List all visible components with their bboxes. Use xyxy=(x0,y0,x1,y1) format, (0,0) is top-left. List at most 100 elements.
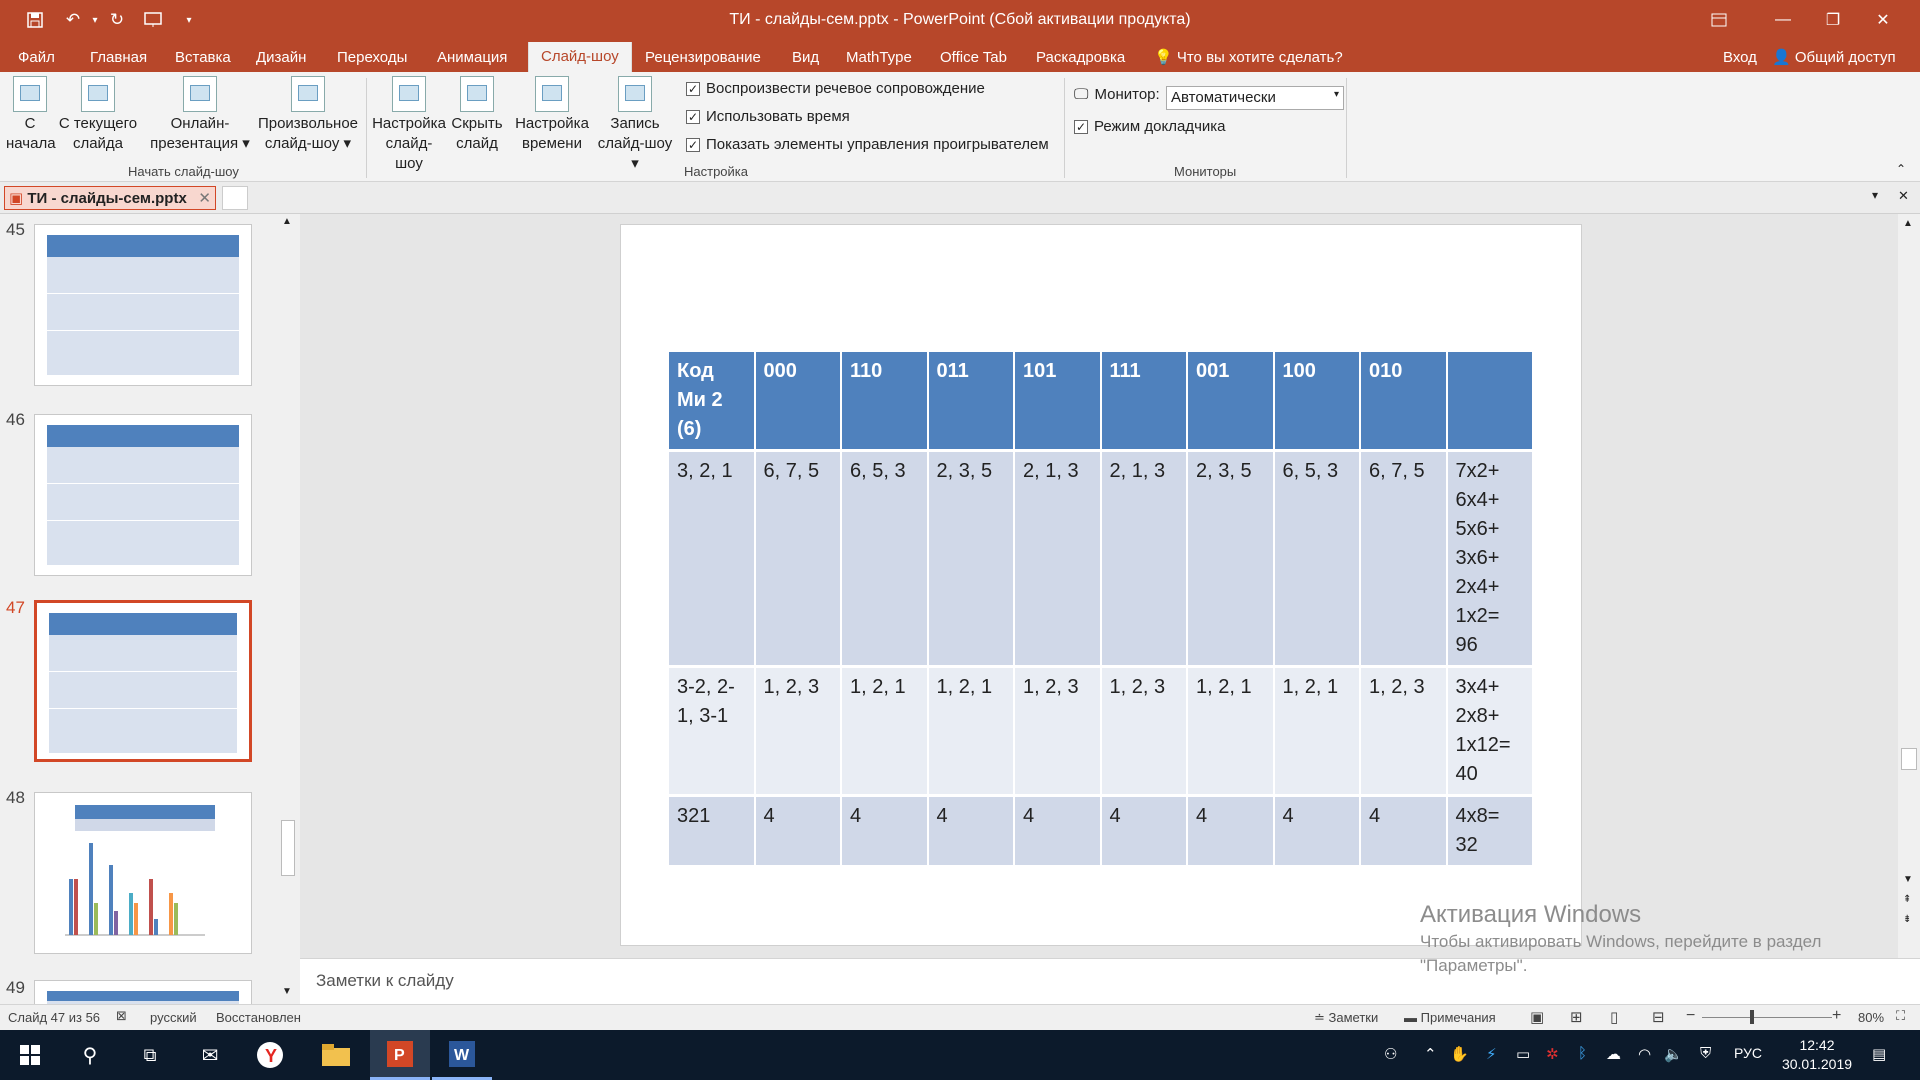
tab-view[interactable]: Вид xyxy=(792,46,819,72)
reading-view-icon[interactable]: ▯ xyxy=(1610,1008,1618,1026)
task-view-icon[interactable]: ⧉ xyxy=(120,1030,180,1080)
tab-design[interactable]: Дизайн xyxy=(256,46,306,72)
comments-button[interactable]: ▬ Примечания xyxy=(1404,1010,1496,1025)
ribbon-display-options-icon[interactable] xyxy=(1696,0,1742,40)
language-indicator[interactable]: русский xyxy=(150,1010,197,1025)
scroll-up-icon[interactable]: ▲ xyxy=(282,216,292,227)
table-cell[interactable]: 2, 3, 5 xyxy=(1188,452,1275,668)
table-cell[interactable]: 4 xyxy=(755,797,842,868)
table-cell[interactable]: Код Ми 2 (6) xyxy=(669,352,756,452)
record-slideshow-button[interactable]: Запись слайд-шоу ▾ xyxy=(592,76,678,174)
table-cell[interactable]: 111 xyxy=(1101,352,1188,452)
mail-icon[interactable]: ✉ xyxy=(180,1030,240,1080)
scroll-down-icon[interactable]: ▼ xyxy=(282,986,292,997)
table-cell[interactable]: 1, 2, 3 xyxy=(1015,668,1102,797)
table-cell[interactable]: 000 xyxy=(755,352,842,452)
file-explorer-icon[interactable] xyxy=(306,1030,366,1080)
collapse-ribbon-icon[interactable]: ⌃ xyxy=(1896,162,1906,176)
online-presentation-button[interactable]: Онлайн- презентация ▾ xyxy=(148,76,252,154)
rehearse-timings-button[interactable]: Настройка времени xyxy=(512,76,592,154)
close-all-tabs-icon[interactable]: ✕ xyxy=(1898,188,1909,204)
scroll-up-icon[interactable]: ▲ xyxy=(1903,218,1913,229)
tab-review[interactable]: Рецензирование xyxy=(645,46,761,72)
tab-office-tab[interactable]: Office Tab xyxy=(940,46,1007,72)
people-icon[interactable]: ⚇ xyxy=(1384,1045,1397,1063)
windows-start-icon[interactable] xyxy=(0,1030,60,1080)
table-cell[interactable]: 1, 2, 1 xyxy=(842,668,929,797)
yandex-browser-icon[interactable]: Y xyxy=(240,1030,300,1080)
table-cell[interactable]: 001 xyxy=(1188,352,1275,452)
zoom-out-icon[interactable]: − xyxy=(1686,1007,1695,1025)
close-tab-icon[interactable]: ✕ xyxy=(198,189,211,207)
scroll-thumb[interactable] xyxy=(281,820,295,876)
table-cell[interactable]: 3-2, 2- 1, 3-1 xyxy=(669,668,756,797)
table-cell[interactable]: 4 xyxy=(928,797,1015,868)
table-cell[interactable]: 4 xyxy=(1274,797,1361,868)
tab-file[interactable]: Файл xyxy=(18,46,55,72)
wifi-icon[interactable]: ◠ xyxy=(1638,1045,1651,1063)
table-cell[interactable]: 4 xyxy=(842,797,929,868)
previous-slide-icon[interactable]: ⇞ xyxy=(1903,894,1911,905)
tab-insert[interactable]: Вставка xyxy=(175,46,231,72)
from-beginning-button[interactable]: С начала xyxy=(6,76,56,154)
new-tab-button[interactable] xyxy=(222,186,248,210)
notes-button[interactable]: ≐ Заметки xyxy=(1314,1010,1378,1026)
hide-slide-button[interactable]: Скрыть слайд xyxy=(448,76,506,154)
table-cell[interactable]: 1, 2, 1 xyxy=(928,668,1015,797)
tab-list-dropdown-icon[interactable]: ▾ xyxy=(1872,188,1878,202)
tray-bolt-icon[interactable]: ⚡ xyxy=(1486,1045,1497,1063)
zoom-slider-thumb[interactable] xyxy=(1750,1010,1754,1024)
table-cell[interactable]: 1, 2, 1 xyxy=(1188,668,1275,797)
table-cell[interactable]: 2, 1, 3 xyxy=(1015,452,1102,668)
slide-scrollbar[interactable]: ▲ ▼ ⇞ ⇟ xyxy=(1898,214,1920,958)
table-cell[interactable]: 1, 2, 3 xyxy=(755,668,842,797)
table-cell[interactable]: 6, 7, 5 xyxy=(755,452,842,668)
bluetooth-icon[interactable]: ᛒ xyxy=(1578,1045,1587,1062)
zoom-level[interactable]: 80% xyxy=(1858,1010,1884,1025)
scroll-down-icon[interactable]: ▼ xyxy=(1903,874,1913,885)
slide-thumbnail-selected[interactable] xyxy=(34,600,252,762)
sign-in-button[interactable]: Вход xyxy=(1723,46,1757,72)
presenter-view-checkbox[interactable]: ✓ Режим докладчика xyxy=(1074,118,1226,135)
table-cell[interactable]: 7х2+ 6х4+ 5х6+ 3х6+ 2х4+ 1х2= 96 xyxy=(1447,452,1534,668)
slide-sorter-icon[interactable]: ⊞ xyxy=(1570,1008,1583,1026)
spelling-icon[interactable]: ⊠ xyxy=(116,1008,127,1024)
slide-thumbnail[interactable] xyxy=(34,224,252,386)
security-icon[interactable]: ⛨ xyxy=(1700,1045,1711,1062)
use-timings-checkbox[interactable]: ✓ Использовать время xyxy=(686,108,850,125)
custom-slideshow-button[interactable]: Произвольное слайд-шоу ▾ xyxy=(254,76,362,154)
onedrive-icon[interactable]: ☁ xyxy=(1606,1045,1621,1063)
setup-slideshow-button[interactable]: Настройка слайд-шоу xyxy=(372,76,446,174)
maximize-icon[interactable]: ❐ xyxy=(1810,0,1856,40)
table-cell[interactable]: 4 xyxy=(1361,797,1448,868)
word-taskbar-icon[interactable]: W xyxy=(432,1030,492,1080)
table-cell[interactable]: 011 xyxy=(928,352,1015,452)
share-button[interactable]: 👤 Общий доступ xyxy=(1772,46,1896,72)
document-tab[interactable]: ▣ ТИ - слайды-сем.pptx ✕ xyxy=(4,186,216,210)
table-cell[interactable]: 3, 2, 1 xyxy=(669,452,756,668)
slide-canvas[interactable]: Код Ми 2 (6) 000 110 011 101 111 001 100… xyxy=(620,224,1582,946)
table-cell[interactable]: 1, 2, 3 xyxy=(1101,668,1188,797)
table-cell[interactable]: 4 xyxy=(1188,797,1275,868)
table-cell[interactable]: 4х8= 32 xyxy=(1447,797,1534,868)
tab-transitions[interactable]: Переходы xyxy=(337,46,407,72)
table-cell[interactable]: 110 xyxy=(842,352,929,452)
show-media-controls-checkbox[interactable]: ✓ Показать элементы управления проигрыва… xyxy=(686,136,1049,153)
slide-thumbnail[interactable] xyxy=(34,792,252,954)
tell-me-search[interactable]: 💡 Что вы хотите сделать? xyxy=(1154,46,1343,72)
table-cell[interactable]: 321 xyxy=(669,797,756,868)
table-cell[interactable]: 1, 2, 3 xyxy=(1361,668,1448,797)
clock[interactable]: 12:42 30.01.2019 xyxy=(1772,1036,1862,1074)
table-cell[interactable]: 6, 5, 3 xyxy=(1274,452,1361,668)
tab-home[interactable]: Главная xyxy=(90,46,147,72)
tab-slideshow[interactable]: Слайд-шоу xyxy=(528,42,632,72)
table-cell[interactable]: 2, 1, 3 xyxy=(1101,452,1188,668)
tab-mathtype[interactable]: MathType xyxy=(846,46,912,72)
table-cell[interactable]: 010 xyxy=(1361,352,1448,452)
table-cell[interactable]: 3х4+ 2х8+ 1х12= 40 xyxy=(1447,668,1534,797)
table-cell[interactable] xyxy=(1447,352,1534,452)
fit-to-window-icon[interactable]: ⛶ xyxy=(1896,1008,1905,1024)
close-icon[interactable]: ✕ xyxy=(1860,0,1906,40)
tray-game-icon[interactable]: ✲ xyxy=(1546,1045,1559,1063)
scroll-thumb[interactable] xyxy=(1901,748,1917,770)
